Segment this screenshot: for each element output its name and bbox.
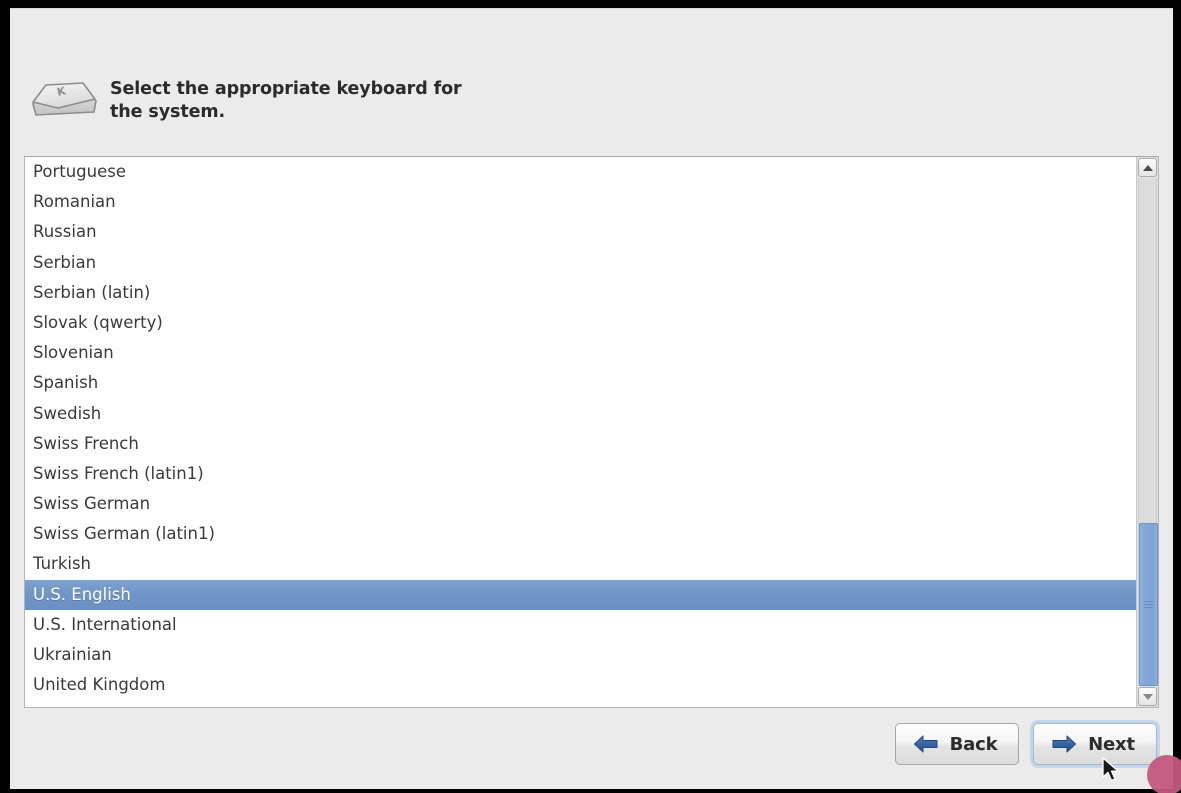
list-item[interactable]: Spanish	[25, 368, 1136, 398]
chevron-up-icon	[1142, 164, 1153, 171]
list-item-label: Serbian	[33, 252, 97, 272]
scroll-down-button[interactable]	[1138, 687, 1157, 706]
header: K Select the appropriate keyboard for th…	[10, 64, 1173, 144]
list-item[interactable]: Swiss French	[25, 429, 1136, 459]
list-item[interactable]: Swiss German	[25, 489, 1136, 519]
page-title-line-1: Select the appropriate keyboard for	[110, 79, 462, 99]
list-item[interactable]: Serbian (latin)	[25, 278, 1136, 308]
next-button[interactable]: Next	[1033, 723, 1157, 765]
list-item-label: U.S. English	[33, 584, 131, 604]
list-item[interactable]: Swiss French (latin1)	[25, 459, 1136, 489]
list-item[interactable]: Romanian	[25, 187, 1136, 217]
list-item[interactable]: Ukrainian	[25, 640, 1136, 670]
screen-root: K Select the appropriate keyboard for th…	[0, 0, 1181, 793]
list-item-label: Swiss German	[33, 494, 151, 514]
scroll-up-button[interactable]	[1138, 158, 1157, 177]
scrollbar-track[interactable]	[1138, 178, 1158, 686]
keyboard-list[interactable]: Portuguese Romanian Russian Serbian Serbian …	[24, 156, 1159, 708]
list-item-label: United Kingdom	[33, 675, 166, 695]
screen-edge-decoration	[1147, 755, 1181, 793]
installer-window: K Select the appropriate keyboard for th…	[10, 8, 1181, 793]
list-item[interactable]: Turkish	[25, 549, 1136, 579]
list-item-label: Portuguese	[33, 162, 126, 181]
chevron-down-icon	[1142, 693, 1153, 700]
page-title: Select the appropriate keyboard for the …	[110, 78, 462, 124]
list-item[interactable]: Slovenian	[25, 338, 1136, 368]
page-title-line-2: the system.	[110, 102, 226, 122]
list-item-label: Ukrainian	[33, 645, 112, 664]
arrow-left-icon	[913, 734, 939, 754]
list-item-label: Swiss French (latin1)	[33, 463, 204, 483]
list-item[interactable]: Swedish	[25, 399, 1136, 429]
arrow-right-icon	[1051, 734, 1077, 754]
list-item[interactable]: Russian	[25, 217, 1136, 247]
keyboard-list-scrollport[interactable]: Portuguese Romanian Russian Serbian Serbian …	[25, 157, 1136, 707]
list-item-label: Romanian	[33, 192, 116, 212]
list-item[interactable]: United Kingdom	[25, 670, 1136, 700]
wizard-button-bar: Back Next	[895, 723, 1157, 765]
back-button-label: Back	[949, 733, 998, 755]
list-item-label: Slovak (qwerty)	[33, 312, 163, 332]
back-button[interactable]: Back	[895, 723, 1019, 765]
list-item-label: Spanish	[33, 373, 99, 393]
list-item[interactable]: U.S. English	[25, 579, 1136, 610]
list-item-label: Turkish	[33, 554, 92, 574]
list-item-label: Swiss French	[33, 433, 139, 453]
list-item[interactable]: Swiss German (latin1)	[25, 519, 1136, 549]
scrollbar-grip-icon	[1144, 599, 1153, 610]
list-item-label: Serbian (latin)	[33, 282, 151, 302]
vertical-scrollbar[interactable]	[1136, 157, 1158, 707]
keyboard-key-icon: K	[28, 68, 102, 128]
list-item-label: Slovenian	[33, 343, 114, 363]
list-item[interactable]: U.S. International	[25, 610, 1136, 640]
list-item-label: U.S. International	[33, 614, 177, 634]
list-item-label: Swiss German (latin1)	[33, 524, 215, 544]
list-item[interactable]: Serbian	[25, 248, 1136, 278]
list-item[interactable]: Slovak (qwerty)	[25, 308, 1136, 338]
scrollbar-thumb[interactable]	[1139, 523, 1158, 686]
next-button-label: Next	[1088, 733, 1135, 755]
list-item-label: Swedish	[33, 403, 102, 423]
list-item[interactable]: Portuguese	[25, 157, 1136, 187]
list-item-label: Russian	[33, 222, 97, 242]
